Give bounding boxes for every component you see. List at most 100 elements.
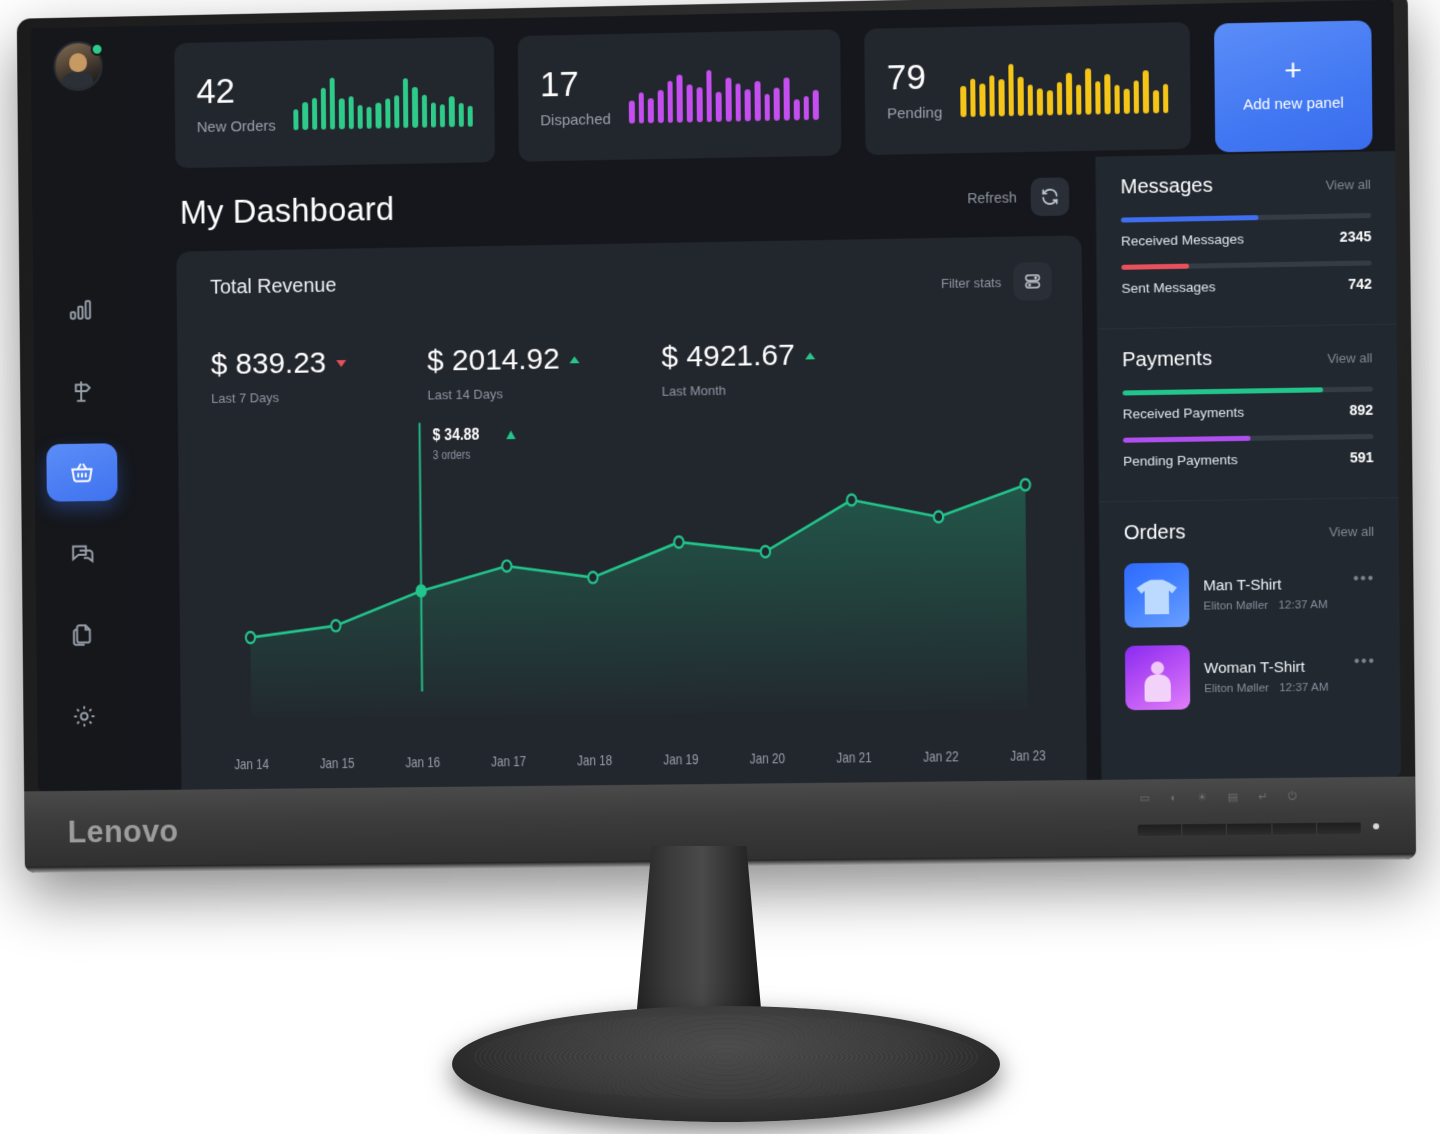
refresh-group[interactable]: Refresh (967, 177, 1070, 217)
sparkline-bar (357, 104, 363, 129)
screen: 42 New Orders 17 Dispached 79 Pending + … (30, 0, 1402, 792)
sparkline-bar (293, 109, 299, 131)
trend-up-icon (804, 351, 815, 359)
exit-icon: ↵ (1258, 791, 1268, 804)
sidebar-item-settings[interactable] (49, 687, 120, 745)
messages-view-all-link[interactable]: View all (1326, 177, 1371, 193)
power-led-icon (1373, 823, 1380, 830)
payments-header: Payments View all (1122, 345, 1373, 372)
osd-button[interactable] (1272, 822, 1318, 835)
payments-view-all-link[interactable]: View all (1327, 350, 1372, 366)
revenue-chart[interactable]: $ 34.88 3 orders Jan 14 Jan 15 Jan 16 Jan 17 J… (211, 411, 1056, 790)
filter-group[interactable]: Filter stats (941, 262, 1052, 302)
progress-value: 591 (1349, 449, 1374, 466)
stat-value: 17 (539, 64, 579, 105)
sidebar-item-documents[interactable] (48, 606, 119, 664)
sparkline-bar (744, 88, 751, 122)
stat-card-new-orders[interactable]: 42 New Orders (174, 36, 495, 169)
screenshot-stage: 42 New Orders 17 Dispached 79 Pending + … (0, 0, 1440, 1134)
sparkline-bar (1046, 90, 1053, 116)
chart-point[interactable] (588, 571, 600, 586)
sidebar-item-analytics[interactable] (45, 281, 116, 340)
sparkline-bar (320, 87, 327, 130)
sparkline-bar (773, 87, 781, 121)
sidebar-item-campaigns[interactable] (46, 362, 117, 421)
payments-section: Payments View all Received Payments 892 … (1097, 324, 1399, 503)
stat-text: 17 Dispached (539, 64, 611, 129)
chart-point[interactable] (416, 585, 425, 596)
osd-button[interactable] (1317, 822, 1361, 834)
order-more-icon[interactable]: ••• (1353, 570, 1375, 588)
chart-point[interactable] (847, 494, 857, 505)
progress-meta: Received Payments 892 (1123, 402, 1374, 422)
sparkline-bar (458, 103, 464, 127)
order-time: 12:37 AM (1278, 598, 1328, 612)
refresh-button[interactable] (1030, 177, 1070, 217)
chart-point[interactable] (502, 560, 511, 571)
messages-section: Messages View all Received Messages 2345… (1095, 151, 1397, 330)
add-new-panel-button[interactable]: + Add new panel (1214, 20, 1373, 153)
chart-point[interactable] (934, 511, 944, 522)
osd-button[interactable] (1137, 824, 1183, 836)
sparkline-bar (1085, 67, 1092, 115)
chart-point[interactable] (1021, 479, 1031, 490)
sparkline-bar (979, 83, 986, 117)
stat-card-dispatched[interactable]: 17 Dispached (517, 29, 842, 162)
list-item[interactable]: Man T-Shirt Eliton Møller 12:37 AM ••• (1124, 560, 1375, 628)
sparkline-bar (1123, 88, 1130, 114)
chart-point[interactable] (759, 544, 771, 559)
sidebar-item-messages[interactable] (47, 525, 118, 583)
chart-point[interactable] (331, 620, 340, 631)
sparkline-pending (960, 59, 1169, 118)
stat-text: 79 Pending (887, 57, 943, 123)
order-thumbnail (1124, 645, 1191, 711)
monitor-bezel: 42 New Orders 17 Dispached 79 Pending + … (30, 0, 1402, 792)
revenue-title: Total Revenue (210, 274, 337, 299)
chart-point[interactable] (246, 632, 255, 643)
page-title: My Dashboard (179, 189, 395, 231)
sparkline-bar (628, 100, 635, 124)
chart-point[interactable] (673, 535, 685, 550)
sparkline-bar (696, 87, 703, 123)
sparkline-new-orders (293, 73, 473, 131)
order-meta: Eliton Møller 12:37 AM (1204, 681, 1340, 695)
avatar[interactable] (53, 40, 104, 92)
contrast-icon: ◐ (1170, 792, 1178, 805)
sparkline-bar (735, 83, 742, 122)
sparkline-bar (448, 95, 455, 128)
osd-button-bar[interactable] (1137, 822, 1361, 836)
chat-icon (70, 541, 96, 567)
sidebar-item-orders[interactable] (46, 443, 118, 502)
sparkline-bar (1143, 70, 1150, 114)
orders-view-all-link[interactable]: View all (1329, 524, 1374, 540)
revenue-metric-value: $ 4921.67 (661, 338, 796, 374)
gear-icon (71, 703, 97, 729)
progress-fill (1120, 215, 1259, 223)
sparkline-bar (1104, 74, 1111, 115)
list-item[interactable]: Woman T-Shirt Eliton Møller 12:37 AM ••• (1124, 643, 1376, 711)
chart-x-tick-label: Jan 23 (1010, 747, 1046, 764)
monitor-stand-base (452, 1006, 1000, 1122)
sparkline-bar (1056, 81, 1063, 116)
total-revenue-card: Total Revenue Filter stats $ 839.23 Last… (176, 235, 1087, 790)
stat-text: 42 New Orders (196, 71, 276, 137)
osd-button[interactable] (1182, 823, 1228, 836)
sparkline-bar (725, 77, 732, 122)
order-more-icon[interactable]: ••• (1354, 653, 1376, 671)
filter-stats-button[interactable] (1013, 262, 1052, 301)
progress-value: 892 (1349, 401, 1374, 419)
progress-track (1122, 433, 1374, 443)
sparkline-bar (329, 77, 336, 130)
sparkline-bar (1008, 64, 1015, 117)
osd-controls[interactable]: ▭ ◐ ☀ ▤ ↵ ⏻ (1119, 789, 1391, 844)
sparkline-bar (338, 98, 345, 130)
stat-label: New Orders (196, 118, 276, 137)
sparkline-bar (960, 85, 967, 118)
osd-button[interactable] (1227, 823, 1273, 835)
filter-stats-label: Filter stats (940, 274, 1002, 291)
stat-card-pending[interactable]: 79 Pending (864, 22, 1191, 156)
sparkline-bar (1065, 72, 1072, 116)
chart-x-tick-label: Jan 21 (836, 749, 871, 766)
sparkline-bar (667, 80, 674, 123)
woman-photo-icon (1142, 661, 1173, 702)
